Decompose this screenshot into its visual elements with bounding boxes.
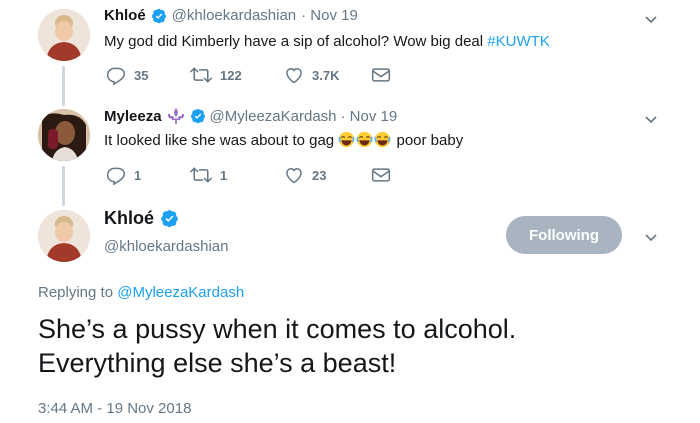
retweet-icon — [190, 167, 212, 183]
like-count: 3.7K — [312, 67, 340, 83]
like-button[interactable]: 23 — [284, 165, 326, 185]
tweet-date[interactable]: · Nov 19 — [341, 108, 398, 125]
following-button[interactable]: Following — [506, 216, 622, 254]
like-icon — [286, 167, 302, 184]
reply-icon — [106, 167, 126, 185]
thread-line — [62, 66, 65, 106]
reply-count: 1 — [134, 167, 142, 183]
main-tweet-text: She’s a pussy when it comes to alcohol. … — [38, 314, 517, 378]
thread-line — [62, 166, 65, 206]
handle[interactable]: @khloekardashian — [172, 7, 296, 24]
reply-button[interactable]: 35 — [106, 65, 148, 85]
like-icon — [286, 67, 302, 84]
tweet-1-header: Khloé @khloekardashian · Nov 19 — [104, 7, 358, 24]
chevron-down-icon[interactable] — [643, 229, 659, 245]
display-name[interactable]: Khloé — [104, 208, 154, 229]
verified-icon — [151, 8, 166, 23]
avatar-khloe[interactable] — [38, 9, 90, 61]
retweet-icon — [190, 67, 212, 83]
replying-to-handle-link[interactable]: @MyleezaKardash — [117, 284, 244, 301]
avatar-khloe[interactable] — [38, 210, 90, 262]
like-count: 23 — [312, 167, 327, 183]
handle[interactable]: @MyleezaKardash — [210, 108, 337, 125]
laughing-emoji — [374, 131, 391, 148]
dm-icon[interactable] — [371, 66, 391, 84]
retweet-button[interactable]: 1 — [190, 165, 227, 185]
dm-icon[interactable] — [371, 166, 391, 184]
tweet-text: It looked like she was about to gag poor… — [104, 131, 464, 149]
tweet-2-header: Myleeza @MyleezaKardash · Nov 19 — [104, 107, 397, 125]
reply-count: 35 — [134, 67, 149, 83]
retweet-count: 1 — [220, 167, 228, 183]
replying-to: Replying to @MyleezaKardash — [38, 284, 245, 301]
retweet-button[interactable]: 122 — [190, 65, 242, 85]
display-name[interactable]: Myleeza — [104, 108, 162, 125]
retweet-count: 122 — [220, 67, 242, 83]
laughing-emoji — [356, 131, 373, 148]
hashtag-link[interactable]: #KUWTK — [487, 33, 550, 50]
fleur-de-lis-icon — [167, 107, 184, 125]
reply-button[interactable]: 1 — [106, 165, 141, 185]
reply-icon — [106, 67, 126, 85]
main-tweet-header: Khloé — [104, 208, 179, 229]
verified-icon — [190, 108, 205, 124]
avatar-myleeza[interactable] — [38, 109, 90, 161]
laughing-emoji — [338, 131, 355, 148]
tweet-date[interactable]: · Nov 19 — [301, 7, 358, 24]
chevron-down-icon[interactable] — [643, 111, 659, 127]
chevron-down-icon[interactable] — [643, 11, 659, 27]
like-button[interactable]: 3.7K — [284, 65, 339, 85]
verified-icon — [161, 210, 178, 228]
tweet-timestamp[interactable]: 3:44 AM - 19 Nov 2018 — [38, 400, 191, 417]
tweet-text: My god did Kimberly have a sip of alcoho… — [104, 33, 550, 50]
handle[interactable]: @khloekardashian — [104, 238, 228, 255]
display-name[interactable]: Khloé — [104, 7, 146, 24]
